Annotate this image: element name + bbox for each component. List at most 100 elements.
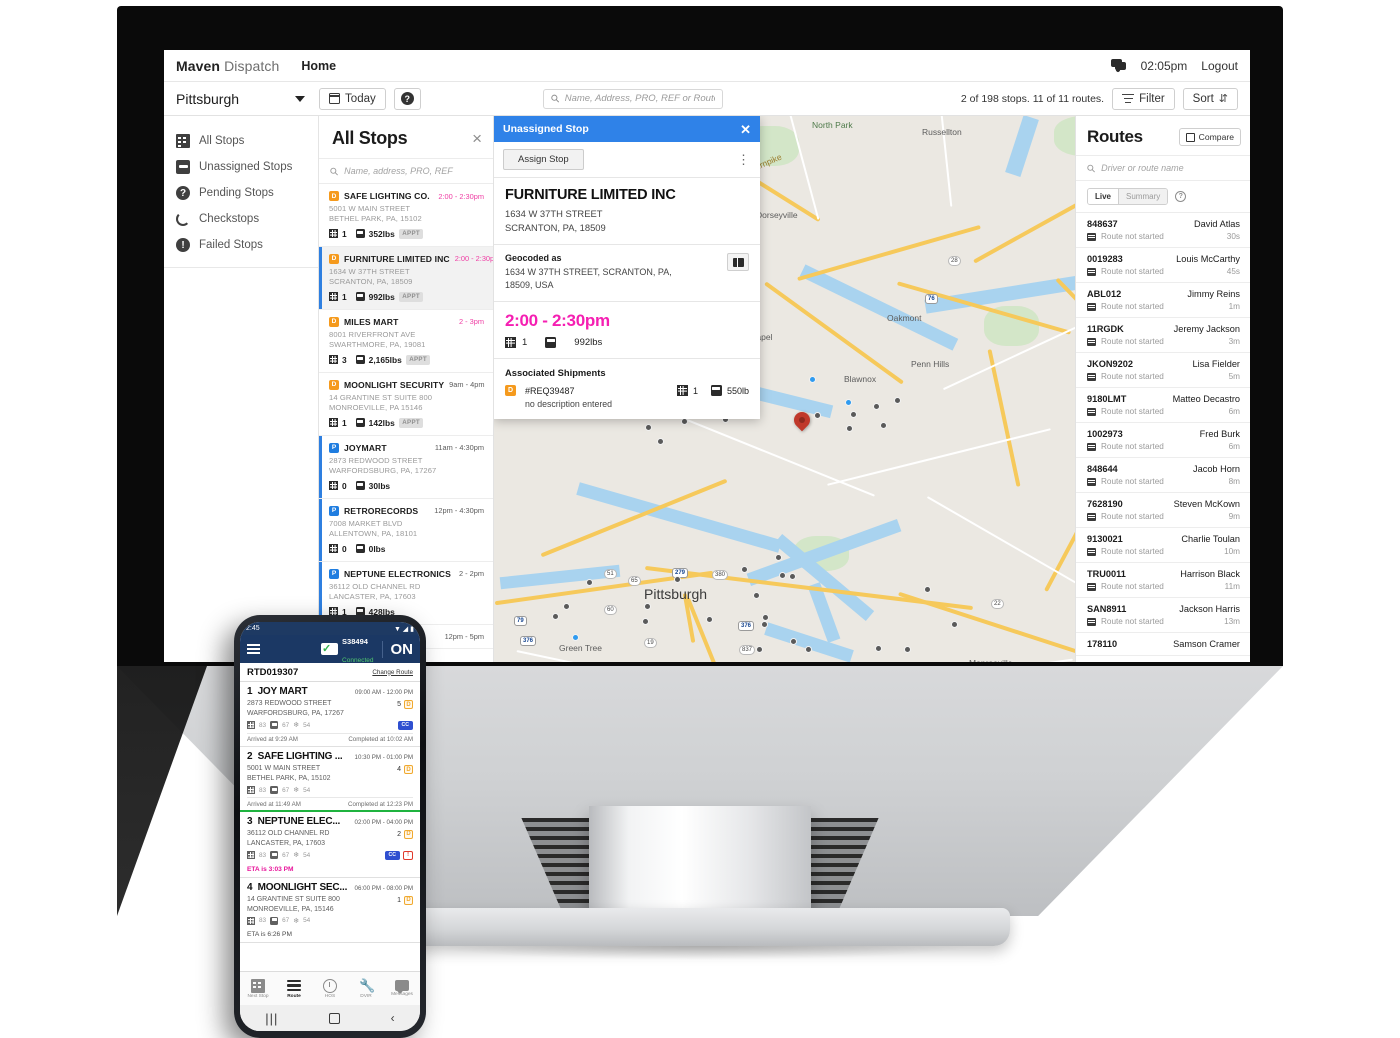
home-button[interactable]	[329, 1012, 341, 1024]
map-stop-marker[interactable]	[645, 424, 652, 431]
map-stop-marker[interactable]	[873, 403, 880, 410]
map-stop-marker[interactable]	[657, 438, 664, 445]
recents-button[interactable]: |||	[265, 1011, 278, 1026]
stops-list[interactable]: D SAFE LIGHTING CO. 2:00 - 2:30pm 5001 W MA…	[319, 184, 493, 662]
map-stop-marker[interactable]	[846, 425, 853, 432]
map-stop-marker[interactable]	[775, 554, 782, 561]
compare-button[interactable]: Compare	[1178, 128, 1241, 146]
sidebar-item-checkstops[interactable]: Checkstops	[164, 206, 318, 232]
chat-icon[interactable]	[1110, 59, 1127, 73]
map-stop-marker[interactable]	[790, 638, 797, 645]
tab-next-stop[interactable]: Next Stop	[240, 978, 276, 999]
map-stop-marker[interactable]	[762, 614, 769, 621]
route-list-item[interactable]: SAN8911 Jackson Harris Route not started 13…	[1076, 598, 1250, 633]
route-list-item[interactable]: 848637 David Atlas Route not started 30s	[1076, 213, 1250, 248]
tab-summary[interactable]: Summary	[1118, 189, 1168, 204]
tab-messages[interactable]: Messages	[384, 980, 420, 997]
hamburger-menu-icon[interactable]	[247, 644, 260, 654]
question-circle-icon[interactable]: ?	[1175, 191, 1187, 202]
route-list-item[interactable]: TRU0011 Harrison Black Route not started 11…	[1076, 563, 1250, 598]
tab-route[interactable]: Route	[276, 979, 312, 999]
city-select[interactable]: Pittsburgh	[176, 91, 311, 107]
map-canvas[interactable]: North ParkRusselltonTarentumPennsylvania…	[494, 116, 1075, 662]
today-button[interactable]: Today	[319, 87, 386, 110]
map-stop-marker[interactable]	[761, 621, 768, 628]
map-stop-marker[interactable]	[951, 621, 958, 628]
map-stop-marker[interactable]	[875, 645, 882, 652]
route-list-item[interactable]: 1002973 Fred Burk Route not started 6m	[1076, 423, 1250, 458]
filter-button[interactable]: Filter	[1112, 87, 1175, 110]
segmented-control[interactable]: Live Summary	[1087, 188, 1169, 205]
sidebar-item-unassigned-stops[interactable]: Unassigned Stops	[164, 154, 318, 180]
route-list-item[interactable]: JKON9202 Lisa Fielder Route not started 5m	[1076, 353, 1250, 388]
close-icon[interactable]: ×	[472, 130, 482, 147]
route-list-item[interactable]: 0019283 Louis McCarthy Route not started 45…	[1076, 248, 1250, 283]
map-stop-marker[interactable]	[586, 579, 593, 586]
map-stop-marker[interactable]	[924, 586, 931, 593]
stop-list-item[interactable]: D MILES MART 2 - 3pm 8001 RIVERFRONT AVE SWA…	[319, 310, 493, 373]
map-stop-marker[interactable]	[814, 412, 821, 419]
stop-list-item[interactable]: D FURNITURE LIMITED INC 2:00 - 2:30pm 1634 …	[319, 246, 493, 310]
map-stop-marker[interactable]	[642, 618, 649, 625]
map-stop-marker[interactable]	[706, 616, 713, 623]
routes-search-input[interactable]	[1101, 163, 1239, 173]
mobile-stops-list[interactable]: 1 JOY MART 09:00 AM - 12:00 PM 2873 REDWOOD…	[240, 682, 420, 943]
sidebar-item-pending-stops[interactable]: ? Pending Stops	[164, 180, 318, 206]
route-list-item[interactable]: 7628190 Steven McKown Route not started 9m	[1076, 493, 1250, 528]
close-icon[interactable]: ✕	[740, 123, 751, 136]
logout-button[interactable]: Logout	[1201, 59, 1238, 73]
duty-status-toggle[interactable]: ON	[381, 640, 413, 658]
more-options-icon[interactable]: ⋮	[737, 153, 751, 166]
stop-list-item[interactable]: P RETRORECORDS 12pm - 4:30pm 7008 MARKET BL…	[319, 498, 493, 562]
map-stop-marker[interactable]	[904, 646, 911, 653]
selected-stop-pin[interactable]	[794, 412, 810, 434]
map-stop-marker[interactable]	[894, 397, 901, 404]
route-list-item[interactable]: 11RGDK Jeremy Jackson Route not started 3m	[1076, 318, 1250, 353]
change-route-link[interactable]: Change Route	[372, 669, 413, 676]
view-on-map-button[interactable]	[727, 253, 749, 272]
map-stop-marker[interactable]	[753, 592, 760, 599]
help-button[interactable]: ?	[393, 87, 421, 110]
back-button[interactable]: ‹	[391, 1011, 395, 1025]
map-stop-marker[interactable]	[563, 603, 570, 610]
tab-dvir[interactable]: 🔧 DVIR	[348, 978, 384, 999]
global-search-input[interactable]	[564, 93, 716, 104]
route-list-item[interactable]: 9180LMT Matteo Decastro Route not started 6…	[1076, 388, 1250, 423]
mobile-stop-item[interactable]: 3 NEPTUNE ELEC... 02:00 PM - 04:00 PM 36112…	[240, 809, 420, 878]
shipment-row[interactable]: D #REQ39487 1 550lb	[505, 385, 749, 397]
route-list-item[interactable]: ABL012 Jimmy Reins Route not started 1m	[1076, 283, 1250, 318]
sidebar-item-all-stops[interactable]: All Stops	[164, 128, 318, 154]
route-list-item[interactable]: 9130021 Charlie Toulan Route not started 10…	[1076, 528, 1250, 563]
map-stop-marker[interactable]	[850, 411, 857, 418]
assign-stop-button[interactable]: Assign Stop	[503, 149, 584, 170]
mobile-stop-item[interactable]: 1 JOY MART 09:00 AM - 12:00 PM 2873 REDWOOD…	[240, 682, 420, 748]
stops-search-input[interactable]	[344, 166, 482, 176]
map-stop-marker[interactable]	[789, 573, 796, 580]
map-stop-marker[interactable]	[805, 646, 812, 653]
map-stop-marker[interactable]	[756, 646, 763, 653]
nav-home[interactable]: Home	[301, 59, 336, 73]
map-stop-marker[interactable]	[552, 613, 559, 620]
map-stop-marker[interactable]	[845, 399, 852, 406]
route-list-item[interactable]: 178110 Samson Cramer	[1076, 633, 1250, 656]
mobile-stop-item[interactable]: 2 SAFE LIGHTING ... 10:30 PM - 01:00 PM 500…	[240, 747, 420, 812]
stop-list-item[interactable]: D SAFE LIGHTING CO. 2:00 - 2:30pm 5001 W MA…	[319, 184, 493, 247]
map-stop-marker[interactable]	[779, 572, 786, 579]
stop-list-item[interactable]: D MOONLIGHT SECURITY 9am - 4pm 14 GRANTINE …	[319, 373, 493, 436]
routes-search[interactable]	[1076, 155, 1250, 181]
routes-list[interactable]: 848637 David Atlas Route not started 30s 001…	[1076, 213, 1250, 662]
map-stop-marker[interactable]	[809, 376, 816, 383]
global-search[interactable]	[543, 88, 724, 109]
tab-live[interactable]: Live	[1088, 189, 1119, 204]
sort-button[interactable]: Sort ⇵	[1182, 87, 1238, 110]
map-stop-marker[interactable]	[880, 422, 887, 429]
map-stop-marker[interactable]	[644, 603, 651, 610]
stops-search[interactable]	[319, 158, 493, 184]
sidebar-item-failed-stops[interactable]: ! Failed Stops	[164, 232, 318, 258]
map-stop-marker[interactable]	[674, 576, 681, 583]
mobile-stop-item[interactable]: 4 MOONLIGHT SEC... 06:00 PM - 08:00 PM 14 G…	[240, 878, 420, 943]
stop-list-item[interactable]: P JOYMART 11am - 4:30pm 2873 REDWOOD STREET…	[319, 435, 493, 499]
map-stop-marker[interactable]	[741, 566, 748, 573]
map-stop-marker[interactable]	[572, 634, 579, 641]
tab-hos[interactable]: HOS	[312, 978, 348, 999]
